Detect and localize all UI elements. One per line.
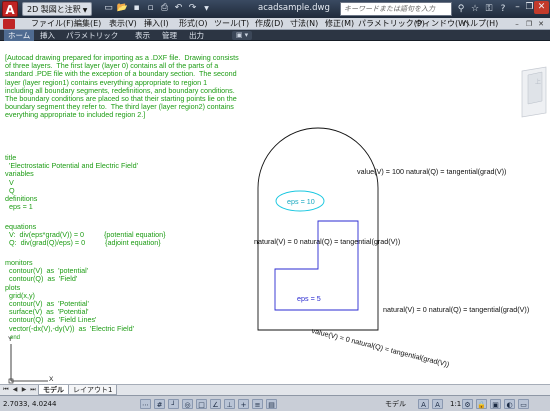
polar-icon[interactable]: ◎ [182,399,193,409]
tab-manage[interactable]: 管理 [158,30,181,41]
file-title: acadsample.dwg [258,3,330,13]
menu-modify[interactable]: 修正(M) [325,18,354,30]
menu-view[interactable]: 表示(V) [109,18,137,30]
app-icon[interactable] [3,19,15,29]
title-bar: A 2D 製図と注釈 ▼ ▭ 📂 ▪ ▫ ⎙ ↶ ↷ ▼ acadsample.d… [0,0,550,18]
annotation-scale-label[interactable]: 1:1 [450,396,461,411]
lwt-icon[interactable]: ≡ [252,399,263,409]
tab-layout1[interactable]: レイアウト1 [68,385,118,395]
lock-icon[interactable]: 🔒 [476,399,487,409]
saveas-icon[interactable]: ▫ [144,2,157,15]
qp-icon[interactable]: ▤ [266,399,277,409]
hardware-icon[interactable]: ▣ [490,399,501,409]
doc-restore-button[interactable]: ❐ [524,19,534,29]
autocad-window: A 2D 製図と注釈 ▼ ▭ 📂 ▪ ▫ ⎙ ↶ ↷ ▼ acadsample.d… [0,0,550,411]
close-button[interactable]: ✕ [534,1,549,14]
cleanscreen-icon[interactable]: ▭ [518,399,529,409]
tab-output[interactable]: 出力 [185,30,208,41]
dyn-icon[interactable]: + [238,399,249,409]
star-icon[interactable]: ☆ [468,2,482,16]
save-icon[interactable]: ▪ [130,2,143,15]
search-input[interactable]: キーワードまたは語句を入力 [340,2,452,16]
ucs-z-label: end [10,335,21,341]
menu-dimension[interactable]: 寸法(N) [290,18,318,30]
menu-format[interactable]: 形式(O) [179,18,208,30]
tab-home[interactable]: ホーム [4,30,35,41]
menu-insert[interactable]: 挿入(I) [144,18,169,30]
bc-left-label: natural(V) = 0 natural(Q) = tangential(g… [254,237,401,246]
viewcube-label: 上 [535,80,542,86]
grid-icon[interactable]: # [154,399,165,409]
ducs-icon[interactable]: ⊥ [224,399,235,409]
isolate-icon[interactable]: ◐ [504,399,515,409]
menu-bar: ファイル(F) 編集(E) 表示(V) 挿入(I) 形式(O) ツール(T) 作… [0,18,550,30]
last-tab-icon[interactable]: ⏭ [29,385,37,395]
eps-outer-label: eps = 10 [287,197,315,206]
workspace-label: 2D 製図と注釈 [27,5,81,14]
ribbon-tab-bar: ホーム 挿入 パラメトリック 表示 管理 出力 ▣ ▾ [0,30,550,41]
snap-icon[interactable]: ⋯ [140,399,151,409]
drawing-canvas[interactable]: [Autocad drawing prepared for importing … [0,41,550,384]
ribbon-options-button[interactable]: ▣ ▾ [232,31,252,40]
ortho-icon[interactable]: ┘ [168,399,179,409]
chevron-down-icon: ▼ [82,7,88,14]
binoculars-icon[interactable]: ⚲ [454,2,468,16]
tab-parametric[interactable]: パラメトリック [62,30,122,41]
next-tab-icon[interactable]: ▶ [20,385,28,395]
ucs-x-label: X [49,376,54,383]
menu-file[interactable]: ファイル(F) [31,18,74,30]
osnap-icon[interactable]: □ [196,399,207,409]
menu-draw[interactable]: 作成(D) [255,18,283,30]
workspace-icon[interactable]: ⚙ [462,399,473,409]
print-icon[interactable]: ⎙ [158,2,171,15]
app-menu-button[interactable]: A [2,1,18,17]
menu-edit[interactable]: 編集(E) [74,18,101,30]
autoscale-icon[interactable]: A [432,399,443,409]
model-space-label[interactable]: モデル [385,396,406,411]
tab-model[interactable]: モデル [38,385,69,395]
menu-tools[interactable]: ツール(T) [214,18,249,30]
annotation-icon[interactable]: A [418,399,429,409]
new-icon[interactable]: ▭ [102,2,115,15]
undo-icon[interactable]: ↶ [172,2,185,15]
drawing-geometry [8,66,547,384]
coordinates-readout: 2.7033, 4.0244 [3,400,57,408]
otrack-icon[interactable]: ∠ [210,399,221,409]
quick-access-dropdown-icon[interactable]: ▼ [200,2,213,15]
key-icon[interactable]: ⚿ [482,2,496,16]
tab-view[interactable]: 表示 [131,30,154,41]
status-bar: 2.7033, 4.0244 ⋯ # ┘ ◎ □ ∠ ⊥ + ≡ ▤ モデル 1:1 A A ⚙ 🔒 ▣ ◐… [0,395,550,411]
bc-right-label: natural(V) = 0 natural(Q) = tangential(g… [383,305,530,314]
prev-tab-icon[interactable]: ◀ [11,385,19,395]
doc-close-button[interactable]: ✕ [536,19,546,29]
open-icon[interactable]: 📂 [116,2,129,15]
help-icon[interactable]: ? [496,2,510,16]
first-tab-icon[interactable]: ⏮ [2,385,10,395]
layout-tab-bar: ⏮ ◀ ▶ ⏭ モデル レイアウト1 [0,384,550,395]
eps-inner-label: eps = 5 [297,294,321,303]
workspace-switcher[interactable]: 2D 製図と注釈 ▼ [22,2,93,16]
doc-minimize-button[interactable]: – [512,19,522,29]
menu-help[interactable]: ヘルプ(H) [462,18,498,30]
redo-icon[interactable]: ↷ [186,2,199,15]
tab-insert[interactable]: 挿入 [36,30,59,41]
bc-top-label: value(V) = 100 natural(Q) = tangential(g… [357,167,507,176]
